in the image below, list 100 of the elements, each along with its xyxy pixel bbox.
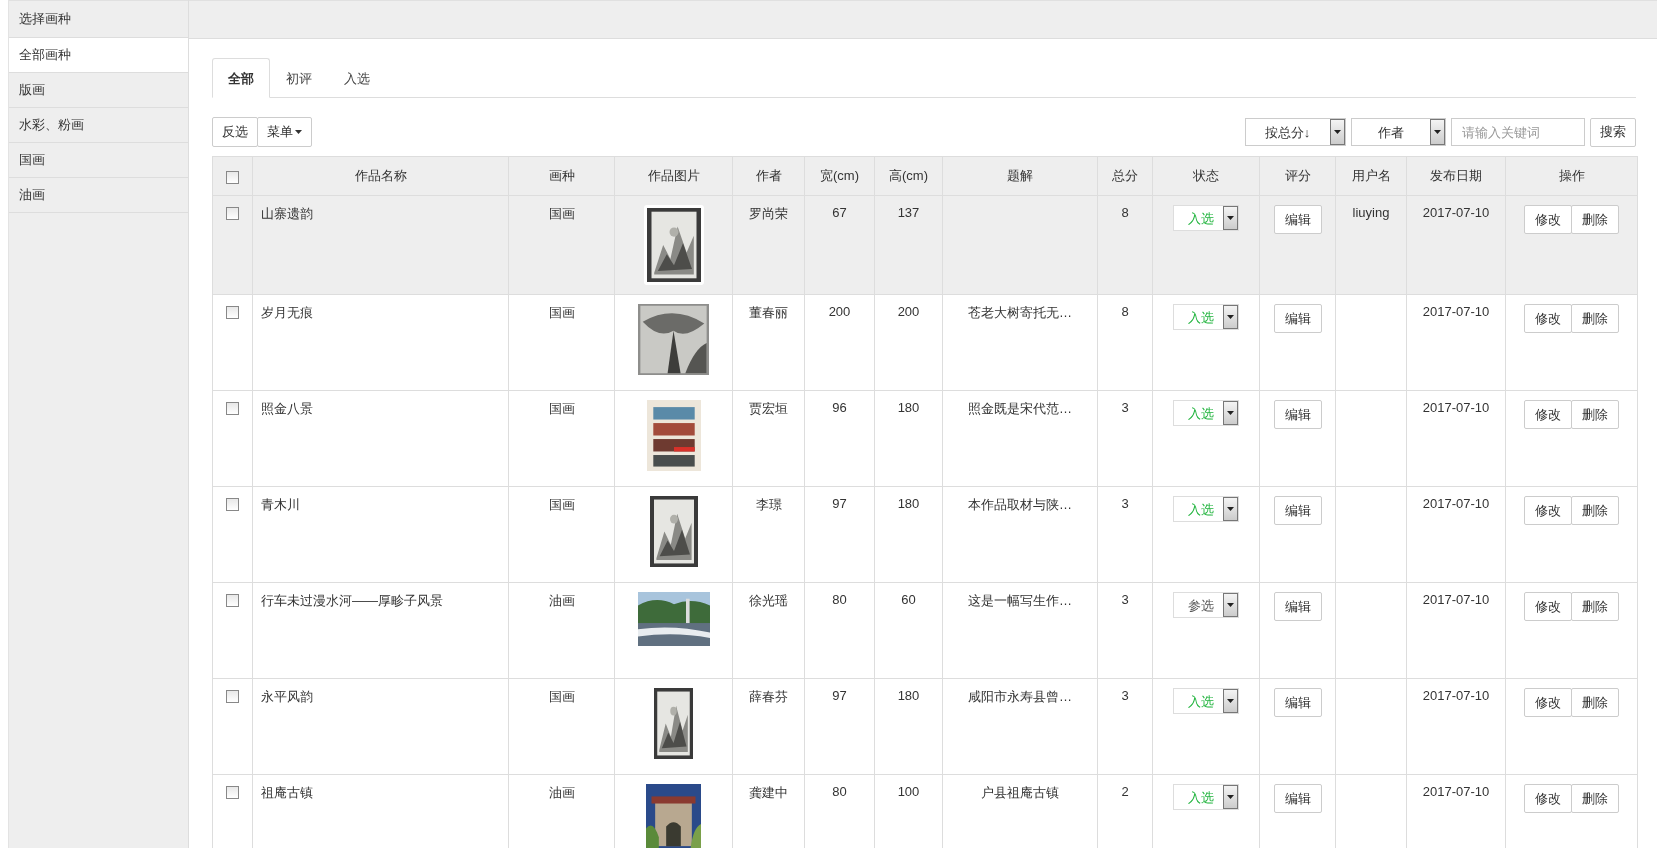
table-cell: 8 [1121, 304, 1129, 319]
table-cell: 3 [1121, 496, 1129, 511]
table-cell: 2 [1121, 784, 1129, 799]
table-cell: 3 [1121, 592, 1129, 607]
caret-icon [295, 130, 302, 134]
caret-icon [1227, 699, 1234, 703]
menu-button[interactable]: 菜单 [257, 117, 312, 147]
modify-button[interactable]: 修改 [1524, 592, 1572, 621]
modify-button[interactable]: 修改 [1524, 400, 1572, 429]
checkbox[interactable] [226, 690, 239, 704]
checkbox[interactable] [226, 306, 239, 320]
table-cell: 8 [1121, 205, 1129, 220]
column-header: 作品名称 [252, 156, 509, 196]
table-cell: 3 [1121, 688, 1129, 703]
delete-button[interactable]: 删除 [1571, 400, 1619, 429]
sidebar-item[interactable]: 水彩、粉画 [9, 108, 188, 143]
edit-button[interactable]: 编辑 [1273, 784, 1322, 813]
table-cell: 徐光瑶 [749, 593, 788, 608]
sidebar-item[interactable]: 国画 [9, 143, 188, 178]
table-cell: 国画 [548, 305, 575, 320]
sidebar-item[interactable]: 全部画种 [9, 38, 188, 73]
table-cell: 本作品取材与陕… [968, 497, 1072, 512]
table-cell: 3 [1121, 400, 1129, 415]
table-cell: 137 [897, 205, 920, 220]
table-cell: 60 [901, 592, 916, 607]
table-cell: 67 [832, 205, 847, 220]
checkbox[interactable] [226, 594, 239, 608]
column-header: 用户名 [1335, 156, 1407, 196]
checkbox[interactable] [226, 207, 239, 221]
table-cell: 2017-07-10 [1422, 304, 1490, 319]
caret-icon [1227, 795, 1234, 799]
modify-button[interactable]: 修改 [1524, 496, 1572, 525]
checkbox[interactable] [226, 498, 239, 512]
caret-icon [1227, 315, 1234, 319]
table-cell: 国画 [548, 401, 575, 416]
table-cell: 油画 [548, 785, 575, 800]
column-header: 宽(cm) [804, 156, 875, 196]
table-cell: 97 [832, 688, 847, 703]
modify-button[interactable]: 修改 [1524, 304, 1572, 333]
edit-button[interactable]: 编辑 [1273, 304, 1322, 333]
status-select[interactable]: 参选 [1173, 592, 1239, 618]
delete-button[interactable]: 删除 [1571, 205, 1619, 234]
delete-button[interactable]: 删除 [1571, 688, 1619, 717]
table-cell: 100 [897, 784, 920, 799]
sort-select[interactable]: 按总分↓ [1245, 118, 1346, 146]
edit-button[interactable]: 编辑 [1273, 592, 1322, 621]
delete-button[interactable]: 删除 [1571, 304, 1619, 333]
table-cell: 200 [828, 304, 851, 319]
table-cell: 2017-07-10 [1422, 784, 1490, 799]
modify-button[interactable]: 修改 [1524, 205, 1572, 234]
table-cell: 80 [832, 784, 847, 799]
delete-button[interactable]: 删除 [1571, 784, 1619, 813]
column-header: 高(cm) [874, 156, 943, 196]
table-cell: 户县祖庵古镇 [981, 785, 1059, 800]
table-cell: 80 [832, 592, 847, 607]
field-select[interactable]: 作者 [1351, 118, 1446, 146]
column-header: 操作 [1505, 156, 1638, 196]
table-cell: 青木川 [261, 497, 300, 512]
modify-button[interactable]: 修改 [1524, 688, 1572, 717]
sidebar-item[interactable]: 版画 [9, 73, 188, 108]
table-cell: 薛春芬 [749, 689, 788, 704]
search-button[interactable]: 搜索 [1590, 117, 1636, 147]
sidebar-item[interactable]: 油画 [9, 178, 188, 213]
column-header: 状态 [1152, 156, 1260, 196]
edit-button[interactable]: 编辑 [1273, 688, 1322, 717]
table-cell: 照金八景 [261, 401, 313, 416]
table-cell: 国画 [548, 689, 575, 704]
column-header: 评分 [1259, 156, 1336, 196]
caret-icon [1227, 507, 1234, 511]
table-cell: 180 [897, 688, 920, 703]
edit-button[interactable]: 编辑 [1273, 400, 1322, 429]
table-cell: 油画 [548, 593, 575, 608]
table-cell: 祖庵古镇 [261, 785, 313, 800]
tab[interactable]: 全部 [212, 58, 270, 98]
table-cell: 国画 [548, 497, 575, 512]
tab[interactable]: 入选 [328, 58, 386, 98]
delete-button[interactable]: 删除 [1571, 496, 1619, 525]
table-cell: 永平风韵 [261, 689, 313, 704]
checkbox[interactable] [226, 786, 239, 800]
edit-button[interactable]: 编辑 [1273, 205, 1322, 234]
table-cell: 行车未过漫水河——厚畛子风景 [261, 593, 443, 608]
tab[interactable]: 初评 [270, 58, 328, 98]
search-field[interactable]: 请输入关键词 [1451, 118, 1585, 146]
table-cell: 岁月无痕 [261, 305, 313, 320]
table-cell: 李璟 [755, 497, 782, 512]
edit-button[interactable]: 编辑 [1273, 496, 1322, 525]
column-header: 作品图片 [614, 156, 733, 196]
invert-selection-button[interactable]: 反选 [212, 117, 258, 147]
checkbox[interactable] [226, 402, 239, 416]
table-cell: 董春丽 [749, 305, 788, 320]
table-cell: 200 [897, 304, 920, 319]
caret-icon [1434, 130, 1441, 134]
table-cell: 180 [897, 496, 920, 511]
delete-button[interactable]: 删除 [1571, 592, 1619, 621]
modify-button[interactable]: 修改 [1524, 784, 1572, 813]
checkbox[interactable] [226, 170, 239, 184]
table-cell: 2017-07-10 [1422, 400, 1490, 415]
column-header: 发布日期 [1406, 156, 1506, 196]
table-cell: 180 [897, 400, 920, 415]
table-cell: 国画 [548, 206, 575, 221]
